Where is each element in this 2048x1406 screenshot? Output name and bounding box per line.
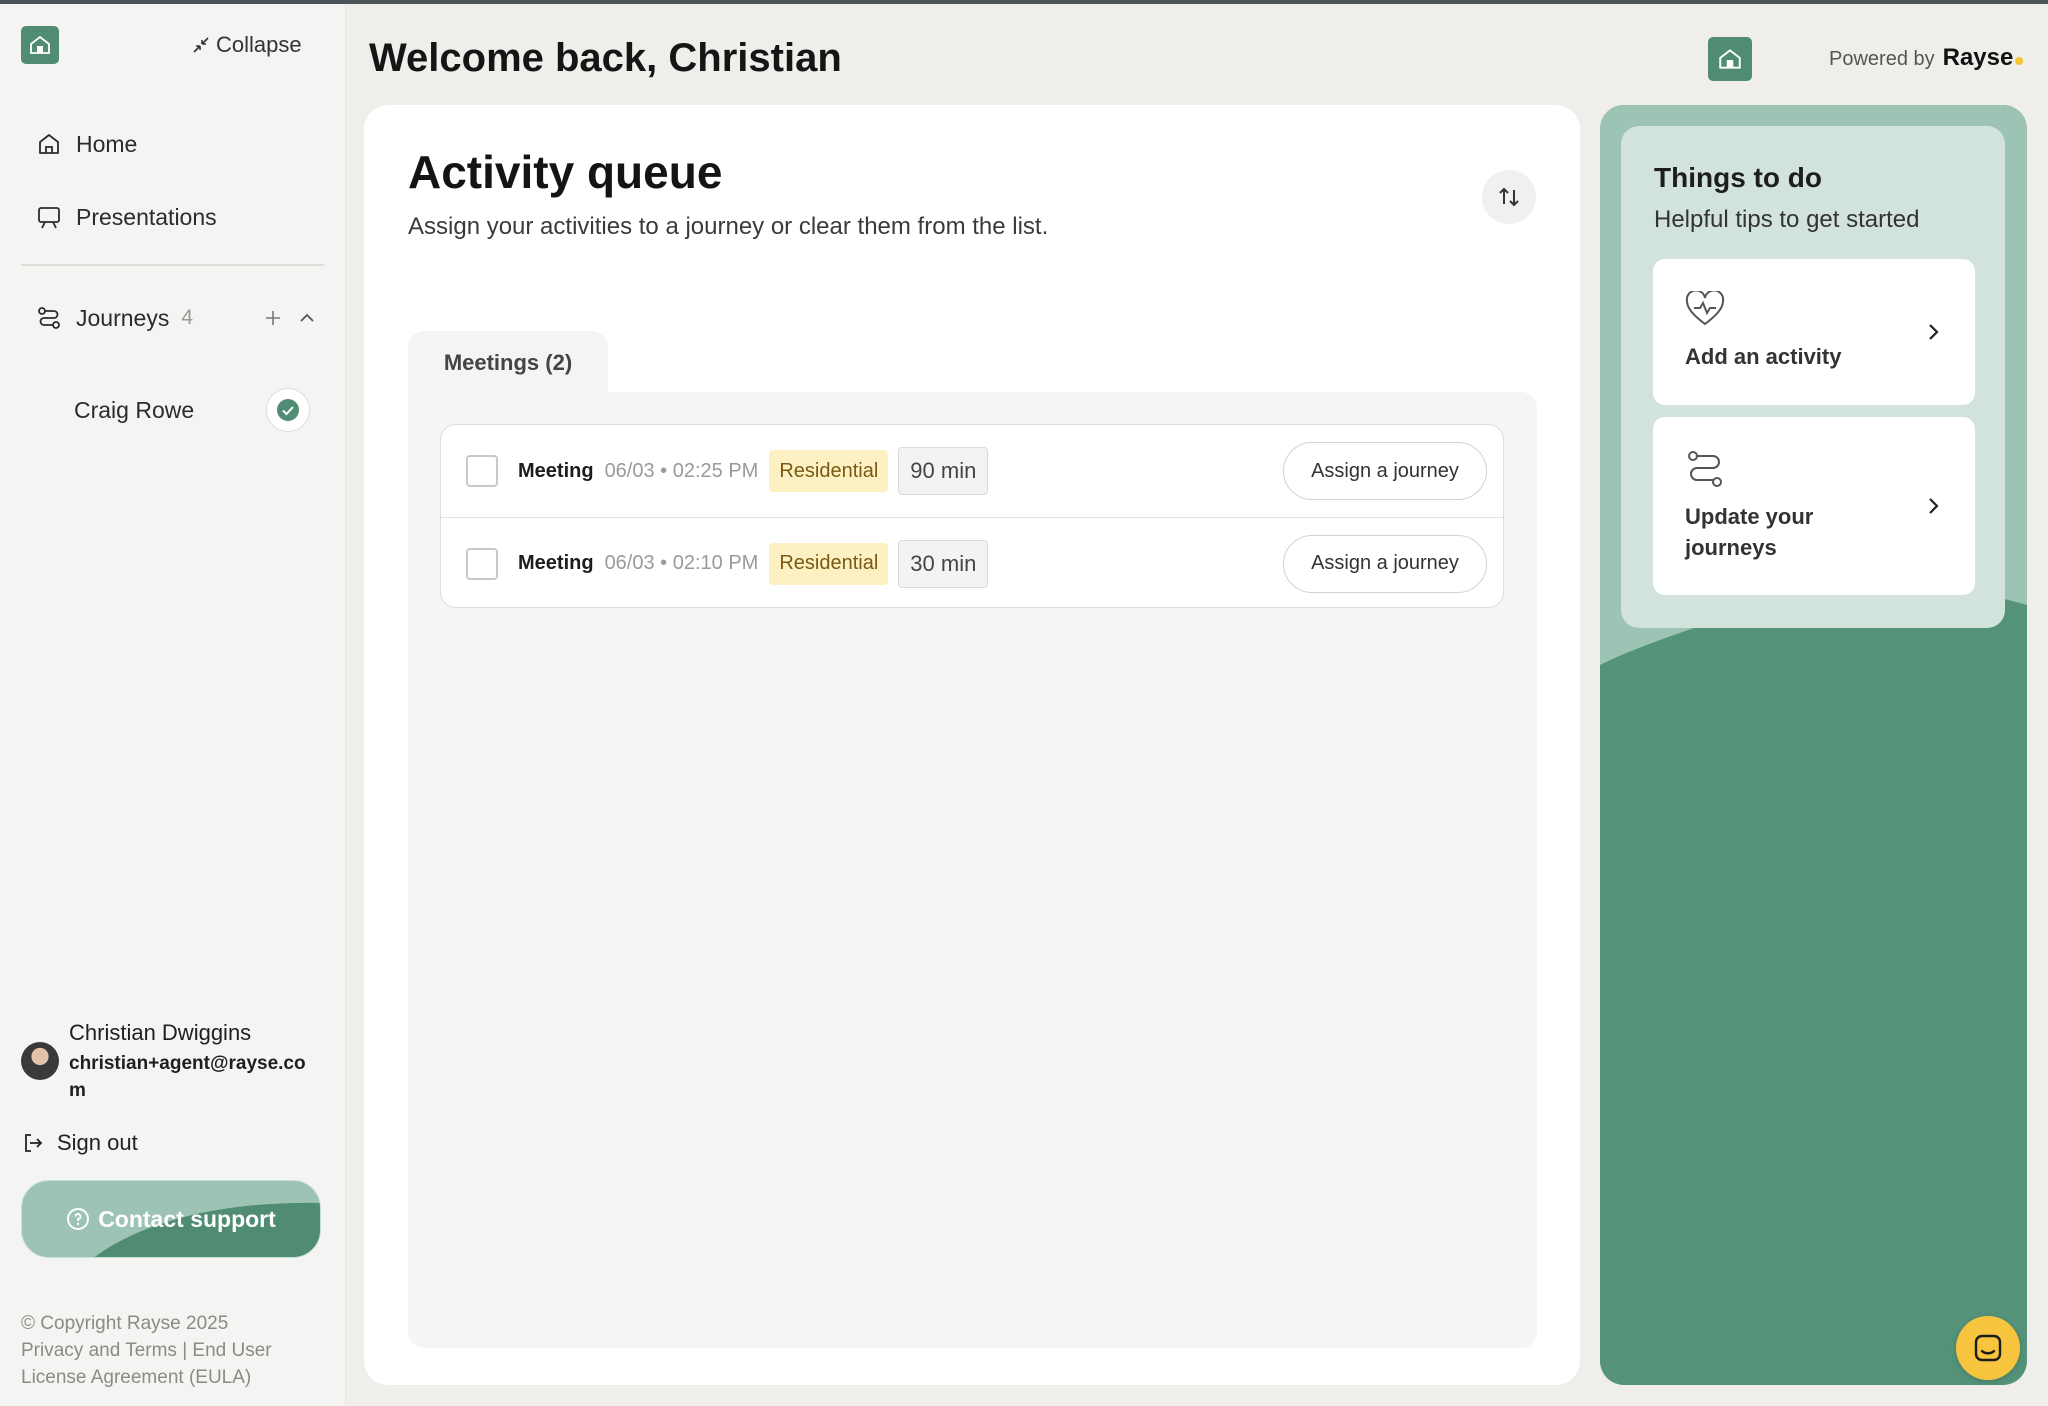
- category-badge: Residential: [769, 542, 889, 585]
- assign-journey-button[interactable]: Assign a journey: [1283, 534, 1487, 593]
- activity-datetime: 06/03 • 02:10 PM: [604, 552, 759, 574]
- chat-launcher-button[interactable]: [1956, 1316, 2020, 1380]
- nav-presentations[interactable]: Presentations: [36, 197, 217, 237]
- copyright-text: © Copyright Rayse 2025: [21, 1313, 229, 1334]
- presentation-icon: [38, 207, 60, 229]
- app-logo-icon[interactable]: [21, 26, 59, 64]
- contact-support-label: Contact support: [98, 1205, 276, 1232]
- add-journey-icon[interactable]: [264, 309, 282, 327]
- tip-label: Add an activity: [1685, 344, 1842, 369]
- sign-out-icon: [25, 1134, 43, 1152]
- sign-out-button[interactable]: Sign out: [21, 1126, 138, 1160]
- brand-logo: Rayse: [1943, 44, 2024, 72]
- category-badge: Residential: [769, 450, 889, 492]
- chat-icon: [1974, 1334, 2002, 1362]
- heart-pulse-icon: [1685, 291, 1725, 326]
- activity-type: Meeting: [518, 459, 594, 482]
- chevron-right-icon: [1929, 498, 1939, 514]
- route-icon: [1688, 451, 1722, 487]
- sort-arrows-icon: [1499, 187, 1519, 207]
- powered-by: Powered by Rayse: [1829, 44, 2024, 72]
- avatar[interactable]: [21, 1042, 59, 1080]
- meetings-panel: Meeting 06/03 • 02:25 PM Residential 90 …: [408, 392, 1537, 1348]
- duration-badge: 90 min: [898, 447, 989, 495]
- duration-badge: 30 min: [898, 539, 989, 588]
- tip-update-journeys[interactable]: Update your journeys: [1653, 417, 1975, 595]
- route-icon: [38, 307, 60, 329]
- tab-meetings[interactable]: Meetings (2): [408, 331, 608, 395]
- check-circle-icon: [277, 399, 299, 421]
- things-to-do-card: Things to do Helpful tips to get started…: [1621, 126, 2005, 628]
- powered-by-text: Powered by: [1829, 48, 1935, 70]
- contact-support-button[interactable]: Contact support: [21, 1180, 321, 1258]
- help-circle-icon: [67, 1208, 90, 1230]
- sidebar-divider: [21, 264, 324, 266]
- sort-button[interactable]: [1482, 170, 1536, 224]
- activity-queue-card: Activity queue Assign your activities to…: [364, 105, 1580, 1385]
- user-email: christian+agent@rayse.com: [69, 1053, 306, 1101]
- collapse-button[interactable]: Collapse: [192, 30, 302, 60]
- activity-queue-subtitle: Assign your activities to a journey or c…: [408, 213, 1049, 240]
- chevron-right-icon: [1929, 324, 1939, 340]
- collapse-icon: [193, 37, 209, 53]
- user-name: Christian Dwiggins: [69, 1020, 252, 1045]
- journeys-label: Journeys: [76, 304, 170, 331]
- nav-journeys[interactable]: Journeys 4: [36, 298, 316, 338]
- things-to-do-panel: Things to do Helpful tips to get started…: [1600, 105, 2027, 1385]
- activity-type: Meeting: [518, 552, 594, 574]
- activity-datetime: 06/03 • 02:25 PM: [604, 459, 759, 482]
- things-to-do-title: Things to do: [1654, 162, 1822, 193]
- assign-journey-button[interactable]: Assign a journey: [1283, 442, 1487, 500]
- tip-add-activity[interactable]: Add an activity: [1653, 259, 1975, 405]
- row-checkbox[interactable]: [466, 547, 498, 580]
- sidebar-footer: © Copyright Rayse 2025 Privacy and Terms…: [21, 1310, 321, 1391]
- things-to-do-subtitle: Helpful tips to get started: [1654, 206, 1920, 233]
- row-checkbox[interactable]: [466, 455, 498, 487]
- chevron-up-icon[interactable]: [298, 309, 316, 327]
- partner-logo-icon: [1708, 37, 1752, 81]
- collapse-label: Collapse: [216, 32, 302, 57]
- home-icon: [39, 134, 59, 154]
- nav-presentations-label: Presentations: [76, 203, 217, 230]
- journey-status-badge: [266, 388, 310, 432]
- nav-home[interactable]: Home: [36, 124, 137, 164]
- nav-home-label: Home: [76, 130, 138, 157]
- activity-list: Meeting 06/03 • 02:25 PM Residential 90 …: [440, 424, 1504, 608]
- journeys-count: 4: [181, 306, 194, 329]
- page-title: Welcome back, Christian: [369, 36, 842, 80]
- table-row: Meeting 06/03 • 02:10 PM Residential 30 …: [441, 517, 1503, 607]
- tip-label: Update your journeys: [1685, 504, 1814, 560]
- legal-links[interactable]: Privacy and Terms | End User License Agr…: [21, 1337, 321, 1391]
- sidebar: Collapse Home Presentations Journeys 4 C…: [0, 4, 346, 1406]
- table-row: Meeting 06/03 • 02:25 PM Residential 90 …: [441, 425, 1503, 517]
- activity-queue-title: Activity queue: [408, 146, 723, 198]
- journey-item-craig-rowe[interactable]: Craig Rowe: [74, 388, 310, 432]
- journey-item-label: Craig Rowe: [74, 396, 195, 423]
- sign-out-label: Sign out: [57, 1130, 138, 1155]
